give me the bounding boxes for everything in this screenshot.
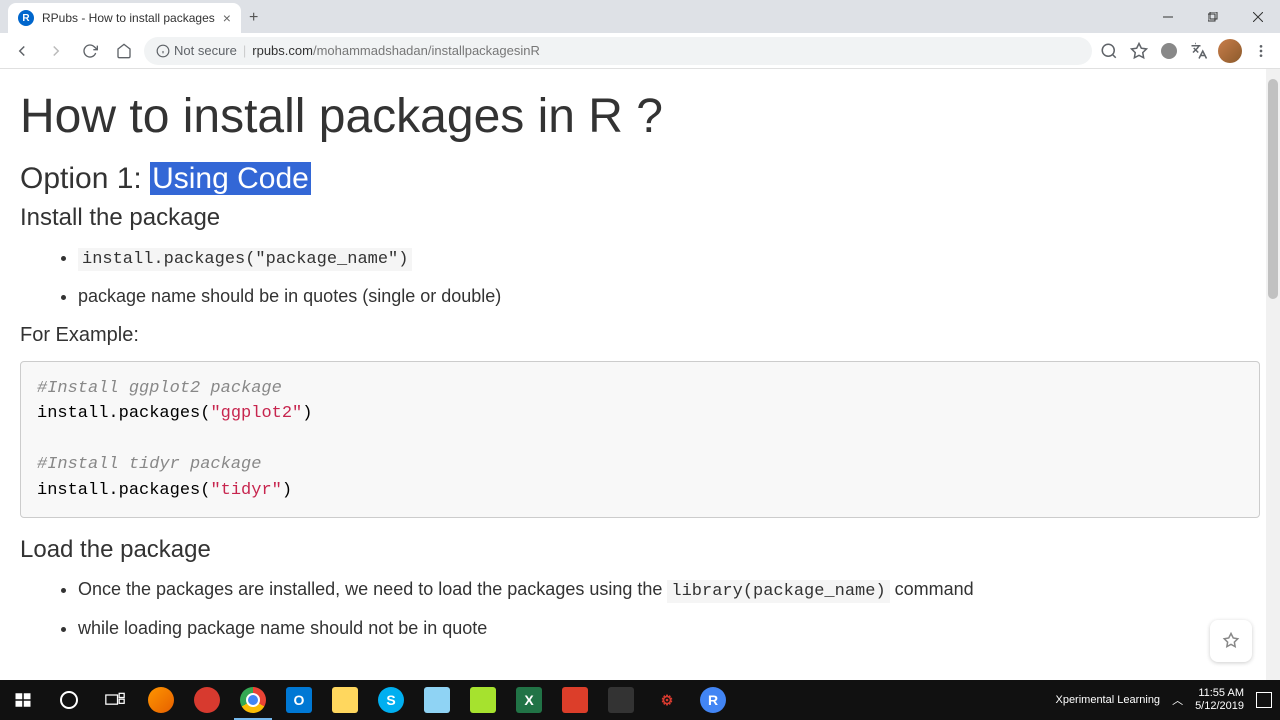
taskbar-notepad[interactable] (414, 680, 460, 720)
url-text: rpubs.com/mohammadshadan/installpackages… (252, 43, 540, 58)
taskbar-outlook[interactable]: O (276, 680, 322, 720)
subsection-load: Load the package (20, 536, 1260, 564)
windows-taskbar: O S X ⚙ R Xperimental Learning ︿ 11:55 A… (0, 680, 1280, 720)
browser-toolbar: Not secure | rpubs.com/mohammadshadan/in… (0, 33, 1280, 69)
selected-text: Using Code (150, 162, 311, 195)
taskbar-chrome[interactable] (230, 680, 276, 720)
list-item: package name should be in quotes (single… (78, 283, 1260, 310)
security-label: Not secure (174, 43, 237, 58)
tray-label: Xperimental Learning (1055, 694, 1160, 706)
tab-favicon: R (18, 10, 34, 26)
system-tray: Xperimental Learning ︿ 11:55 AM 5/12/201… (1055, 687, 1280, 713)
subsection-install: Install the package (20, 204, 1260, 232)
forward-button[interactable] (42, 37, 70, 65)
pin-icon (1222, 632, 1240, 650)
bookmark-icon[interactable] (1128, 40, 1150, 62)
code-block: #Install ggplot2 package install.package… (20, 361, 1260, 519)
window-close-button[interactable] (1235, 0, 1280, 33)
reload-button[interactable] (76, 37, 104, 65)
example-label: For Example: (20, 324, 1260, 347)
taskbar-gear[interactable]: ⚙ (644, 680, 690, 720)
taskbar-excel[interactable]: X (506, 680, 552, 720)
window-controls (1145, 0, 1280, 33)
info-icon (156, 44, 170, 58)
window-minimize-button[interactable] (1145, 0, 1190, 33)
notification-icon[interactable] (1256, 692, 1272, 708)
profile-avatar[interactable] (1218, 39, 1242, 63)
browser-titlebar: R RPubs - How to install packages × + (0, 0, 1280, 33)
clock[interactable]: 11:55 AM 5/12/2019 (1195, 687, 1244, 713)
start-button[interactable] (0, 680, 46, 720)
window-maximize-button[interactable] (1190, 0, 1235, 33)
extension-icon[interactable] (1158, 40, 1180, 62)
new-tab-button[interactable]: + (249, 9, 258, 27)
scrollbar[interactable] (1266, 69, 1280, 680)
list-install: install.packages("package_name") package… (78, 244, 1260, 310)
taskview-button[interactable] (92, 680, 138, 720)
inline-code: install.packages("package_name") (78, 248, 412, 271)
zoom-icon[interactable] (1098, 40, 1120, 62)
list-item: while loading package name should not be… (78, 615, 1260, 642)
tray-chevron-icon[interactable]: ︿ (1172, 692, 1183, 708)
address-bar[interactable]: Not secure | rpubs.com/mohammadshadan/in… (144, 37, 1092, 65)
tab-title: RPubs - How to install packages (42, 11, 215, 25)
page-content: How to install packages in R ? Option 1:… (0, 69, 1280, 680)
inline-code: library(package_name) (667, 580, 889, 603)
taskbar-firefox[interactable] (138, 680, 184, 720)
list-item: install.packages("package_name") (78, 244, 1260, 273)
list-load: Once the packages are installed, we need… (78, 576, 1260, 642)
taskbar-terminal[interactable] (598, 680, 644, 720)
security-indicator[interactable]: Not secure (156, 43, 237, 58)
taskbar-pdf[interactable] (552, 680, 598, 720)
tab-close-icon[interactable]: × (223, 10, 231, 26)
browser-tab[interactable]: R RPubs - How to install packages × (8, 3, 241, 33)
translate-icon[interactable] (1188, 40, 1210, 62)
cortana-button[interactable] (46, 680, 92, 720)
taskbar-app-red[interactable] (184, 680, 230, 720)
taskbar-rstudio[interactable]: R (690, 680, 736, 720)
taskbar-skype[interactable]: S (368, 680, 414, 720)
section-heading: Option 1: Using Code (20, 162, 1260, 196)
menu-icon[interactable] (1250, 40, 1272, 62)
taskbar-explorer[interactable] (322, 680, 368, 720)
list-item: Once the packages are installed, we need… (78, 576, 1260, 605)
back-button[interactable] (8, 37, 36, 65)
home-button[interactable] (110, 37, 138, 65)
floating-action-button[interactable] (1210, 620, 1252, 662)
scrollbar-thumb[interactable] (1268, 79, 1278, 299)
page-title: How to install packages in R ? (20, 89, 1260, 144)
taskbar-notepadpp[interactable] (460, 680, 506, 720)
